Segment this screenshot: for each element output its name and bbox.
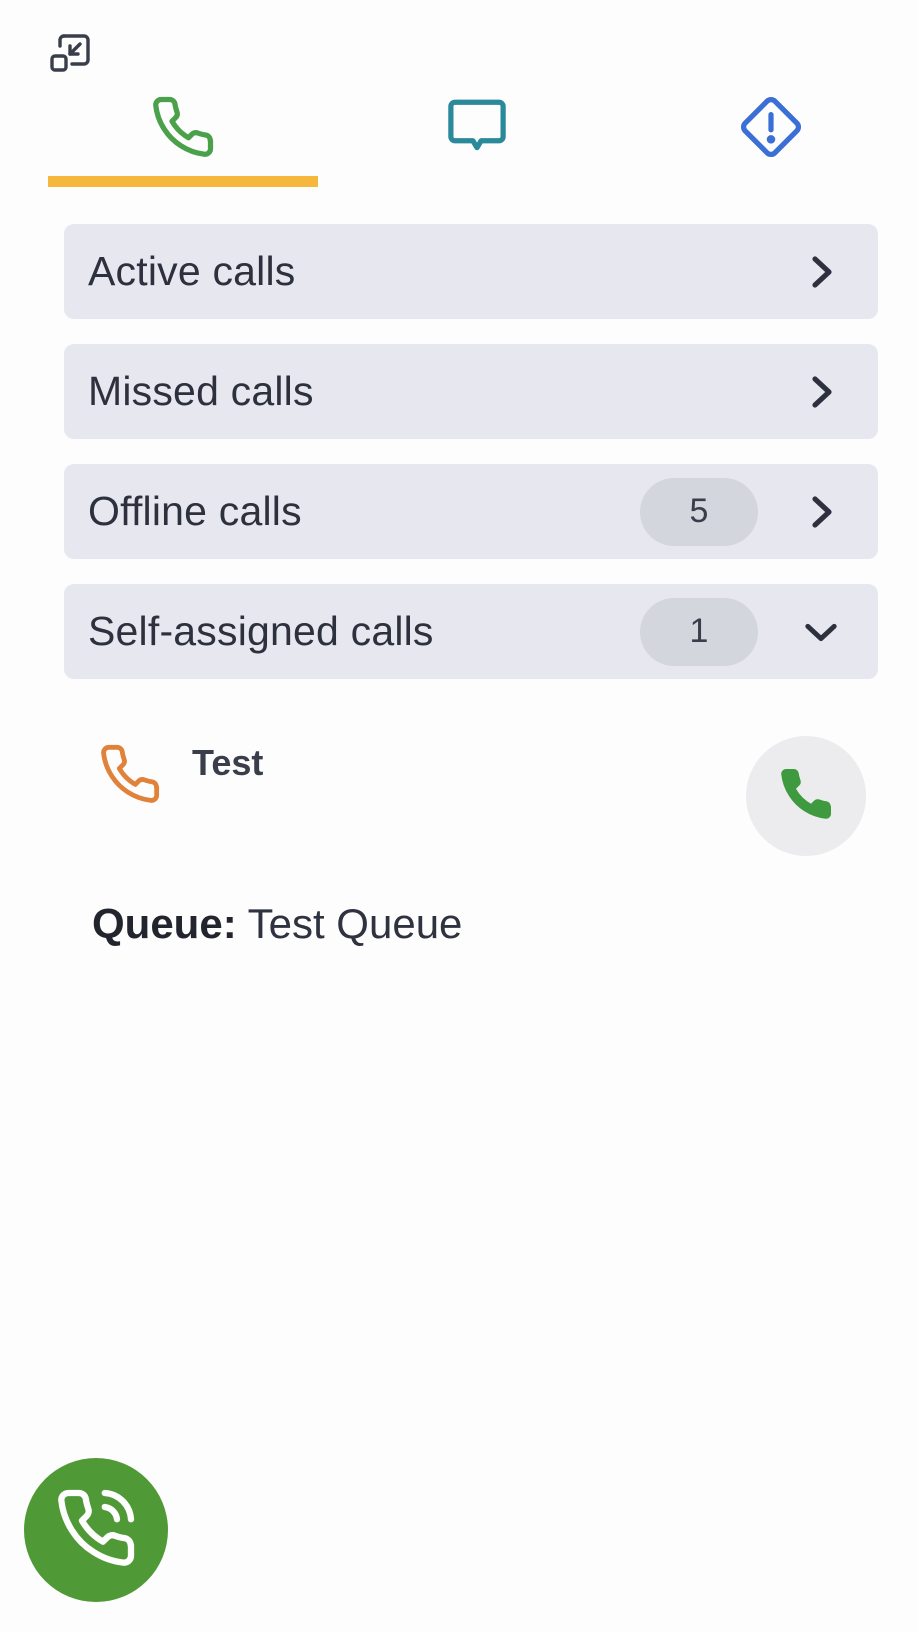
phone-icon <box>776 764 836 829</box>
row-label: Self-assigned calls <box>88 608 434 654</box>
minimize-button[interactable] <box>48 32 92 81</box>
chevron-right-icon <box>804 255 838 289</box>
call-name: Test <box>192 742 264 783</box>
chevron-right-icon <box>804 495 838 529</box>
row-label: Missed calls <box>88 368 314 414</box>
missed-calls-row[interactable]: Missed calls <box>64 344 878 439</box>
call-groups: Active calls Missed calls Offline calls … <box>64 224 878 704</box>
queue-value: Test Queue <box>247 900 463 947</box>
count-badge: 1 <box>640 597 758 666</box>
answer-call-button[interactable] <box>746 736 866 856</box>
chat-bubble-icon <box>444 94 510 165</box>
offline-calls-row[interactable]: Offline calls 5 <box>64 464 878 559</box>
chevron-down-icon <box>804 615 838 649</box>
softphone-button[interactable] <box>24 1458 168 1602</box>
queue-info: Queue: Test Queue <box>92 900 462 948</box>
active-calls-row[interactable]: Active calls <box>64 224 878 319</box>
phone-icon <box>150 94 216 165</box>
tab-alerts[interactable] <box>636 86 906 190</box>
row-label: Active calls <box>88 248 296 294</box>
alert-diamond-icon <box>738 94 804 165</box>
self-assigned-call-item[interactable]: Test <box>64 716 878 876</box>
active-tab-indicator <box>48 176 318 187</box>
incoming-call-icon <box>98 742 162 811</box>
phone-ringing-icon <box>54 1486 138 1575</box>
chevron-right-icon <box>804 375 838 409</box>
minimize-icon <box>48 32 92 81</box>
tab-chat[interactable] <box>342 86 612 190</box>
main-tabs <box>48 86 870 190</box>
self-assigned-calls-row[interactable]: Self-assigned calls 1 <box>64 584 878 679</box>
queue-label: Queue: <box>92 900 237 947</box>
count-badge: 5 <box>640 477 758 546</box>
row-label: Offline calls <box>88 488 302 534</box>
tab-calls[interactable] <box>48 86 318 190</box>
